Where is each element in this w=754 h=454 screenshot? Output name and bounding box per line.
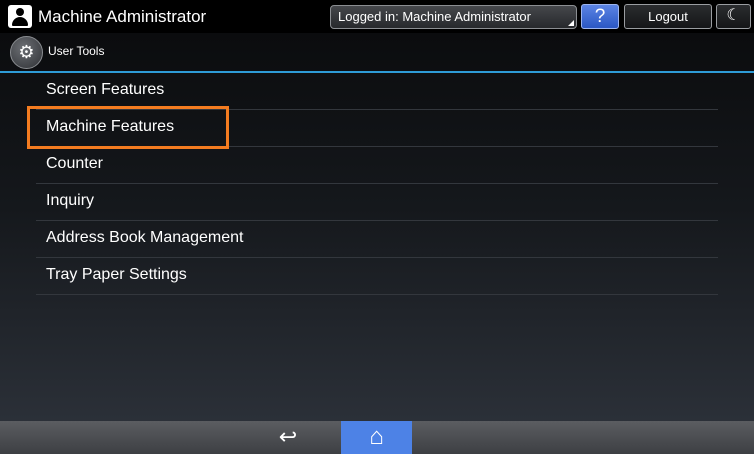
menu-item-label: Inquiry xyxy=(46,192,95,209)
back-button[interactable]: ↩ xyxy=(268,421,308,454)
login-status-text: Logged in: Machine Administrator xyxy=(338,9,531,24)
sleep-button[interactable]: ☾ xyxy=(716,4,751,29)
menu-item-label: Counter xyxy=(46,155,103,172)
logout-button[interactable]: Logout xyxy=(624,4,712,29)
home-icon: ⌂ xyxy=(369,423,384,450)
menu-item-label: Address Book Management xyxy=(46,229,244,246)
home-button[interactable]: ⌂ xyxy=(341,421,412,454)
bottom-bar: ↩ ⌂ xyxy=(0,421,754,454)
user-icon xyxy=(8,5,32,28)
back-arrow-icon: ↩ xyxy=(278,424,298,449)
gear-icon[interactable]: ⚙ xyxy=(10,36,43,69)
dropdown-corner-icon xyxy=(568,20,574,26)
top-bar: Machine Administrator Logged in: Machine… xyxy=(0,0,754,33)
menu-item-label: Machine Features xyxy=(46,118,175,135)
section-title: User Tools xyxy=(48,44,105,58)
moon-icon: ☾ xyxy=(726,7,741,24)
menu-list: Screen Features Machine Features Counter… xyxy=(27,73,718,295)
main-panel: ⚙ User Tools Screen Features Machine Fea… xyxy=(0,33,754,421)
menu-item-screen-features[interactable]: Screen Features xyxy=(36,73,718,110)
menu-item-label: Tray Paper Settings xyxy=(46,266,187,283)
help-button[interactable]: ? xyxy=(581,4,619,29)
page-title: Machine Administrator xyxy=(38,7,207,26)
login-status-button[interactable]: Logged in: Machine Administrator xyxy=(330,5,577,29)
section-header: ⚙ User Tools xyxy=(0,33,754,72)
menu-item-tray-paper-settings[interactable]: Tray Paper Settings xyxy=(36,258,718,295)
menu-item-machine-features[interactable]: Machine Features xyxy=(27,106,718,149)
menu-item-counter[interactable]: Counter xyxy=(36,147,718,184)
menu-item-label: Screen Features xyxy=(46,81,165,98)
menu-item-address-book-management[interactable]: Address Book Management xyxy=(36,221,718,258)
menu-item-inquiry[interactable]: Inquiry xyxy=(36,184,718,221)
